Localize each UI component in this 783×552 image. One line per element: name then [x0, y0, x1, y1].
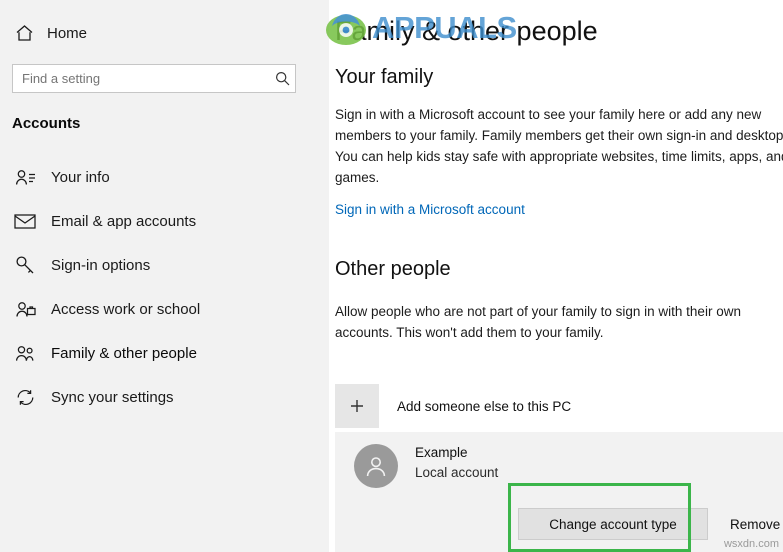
- other-people-heading: Other people: [335, 258, 451, 280]
- account-name: Example: [415, 445, 468, 460]
- people-icon: [13, 341, 37, 365]
- search-icon[interactable]: [269, 65, 295, 92]
- key-icon: [13, 253, 37, 277]
- footer-watermark: wsxdn.com: [723, 538, 779, 550]
- sync-icon: [13, 385, 37, 409]
- search-input-wrapper[interactable]: [12, 64, 296, 93]
- sidebar-item-label: Email & app accounts: [51, 212, 197, 230]
- sign-in-microsoft-account-link[interactable]: Sign in with a Microsoft account: [335, 202, 525, 217]
- search-input[interactable]: [13, 64, 269, 93]
- add-someone-else-label: Add someone else to this PC: [397, 398, 572, 414]
- sidebar-section-title: Accounts: [12, 115, 81, 132]
- sidebar-item-home[interactable]: Home: [0, 16, 329, 50]
- settings-content: Family & other people Your family Sign i…: [329, 0, 783, 552]
- your-family-description: Sign in with a Microsoft account to see …: [335, 107, 783, 185]
- sidebar-item-email-app-accounts[interactable]: Email & app accounts: [0, 199, 329, 243]
- sidebar-item-sync-your-settings[interactable]: Sync your settings: [0, 375, 329, 419]
- user-info-icon: [13, 165, 37, 189]
- sidebar-item-access-work-or-school[interactable]: Access work or school: [0, 287, 329, 331]
- user-avatar-icon: [354, 444, 398, 488]
- plus-icon: [335, 384, 379, 428]
- settings-sidebar: Home Accounts Your info: [0, 0, 329, 552]
- page-title: Family & other people: [335, 16, 598, 46]
- sidebar-item-your-info[interactable]: Your info: [0, 155, 329, 199]
- envelope-icon: [13, 209, 37, 233]
- sidebar-home-label: Home: [47, 24, 88, 42]
- sidebar-item-sign-in-options[interactable]: Sign-in options: [0, 243, 329, 287]
- your-family-heading: Your family: [335, 66, 434, 88]
- sidebar-item-label: Your info: [51, 168, 110, 186]
- remove-account-button[interactable]: Remove: [724, 508, 783, 540]
- sidebar-item-label: Sync your settings: [51, 388, 174, 406]
- sidebar-nav-list: Your info Email & app accounts Sign-in o…: [0, 155, 329, 419]
- home-icon: [13, 22, 35, 44]
- add-someone-else-button[interactable]: Add someone else to this PC: [335, 384, 571, 428]
- change-account-type-button[interactable]: Change account type: [518, 508, 708, 540]
- other-people-description: Allow people who are not part of your fa…: [335, 304, 741, 340]
- sidebar-item-label: Family & other people: [51, 344, 197, 362]
- sidebar-item-family-other-people[interactable]: Family & other people: [0, 331, 329, 375]
- sidebar-item-label: Sign-in options: [51, 256, 151, 274]
- sidebar-item-label: Access work or school: [51, 300, 201, 318]
- user-account-card[interactable]: Example Local account Change account typ…: [335, 432, 783, 552]
- briefcase-icon: [13, 297, 37, 321]
- account-type: Local account: [415, 465, 499, 480]
